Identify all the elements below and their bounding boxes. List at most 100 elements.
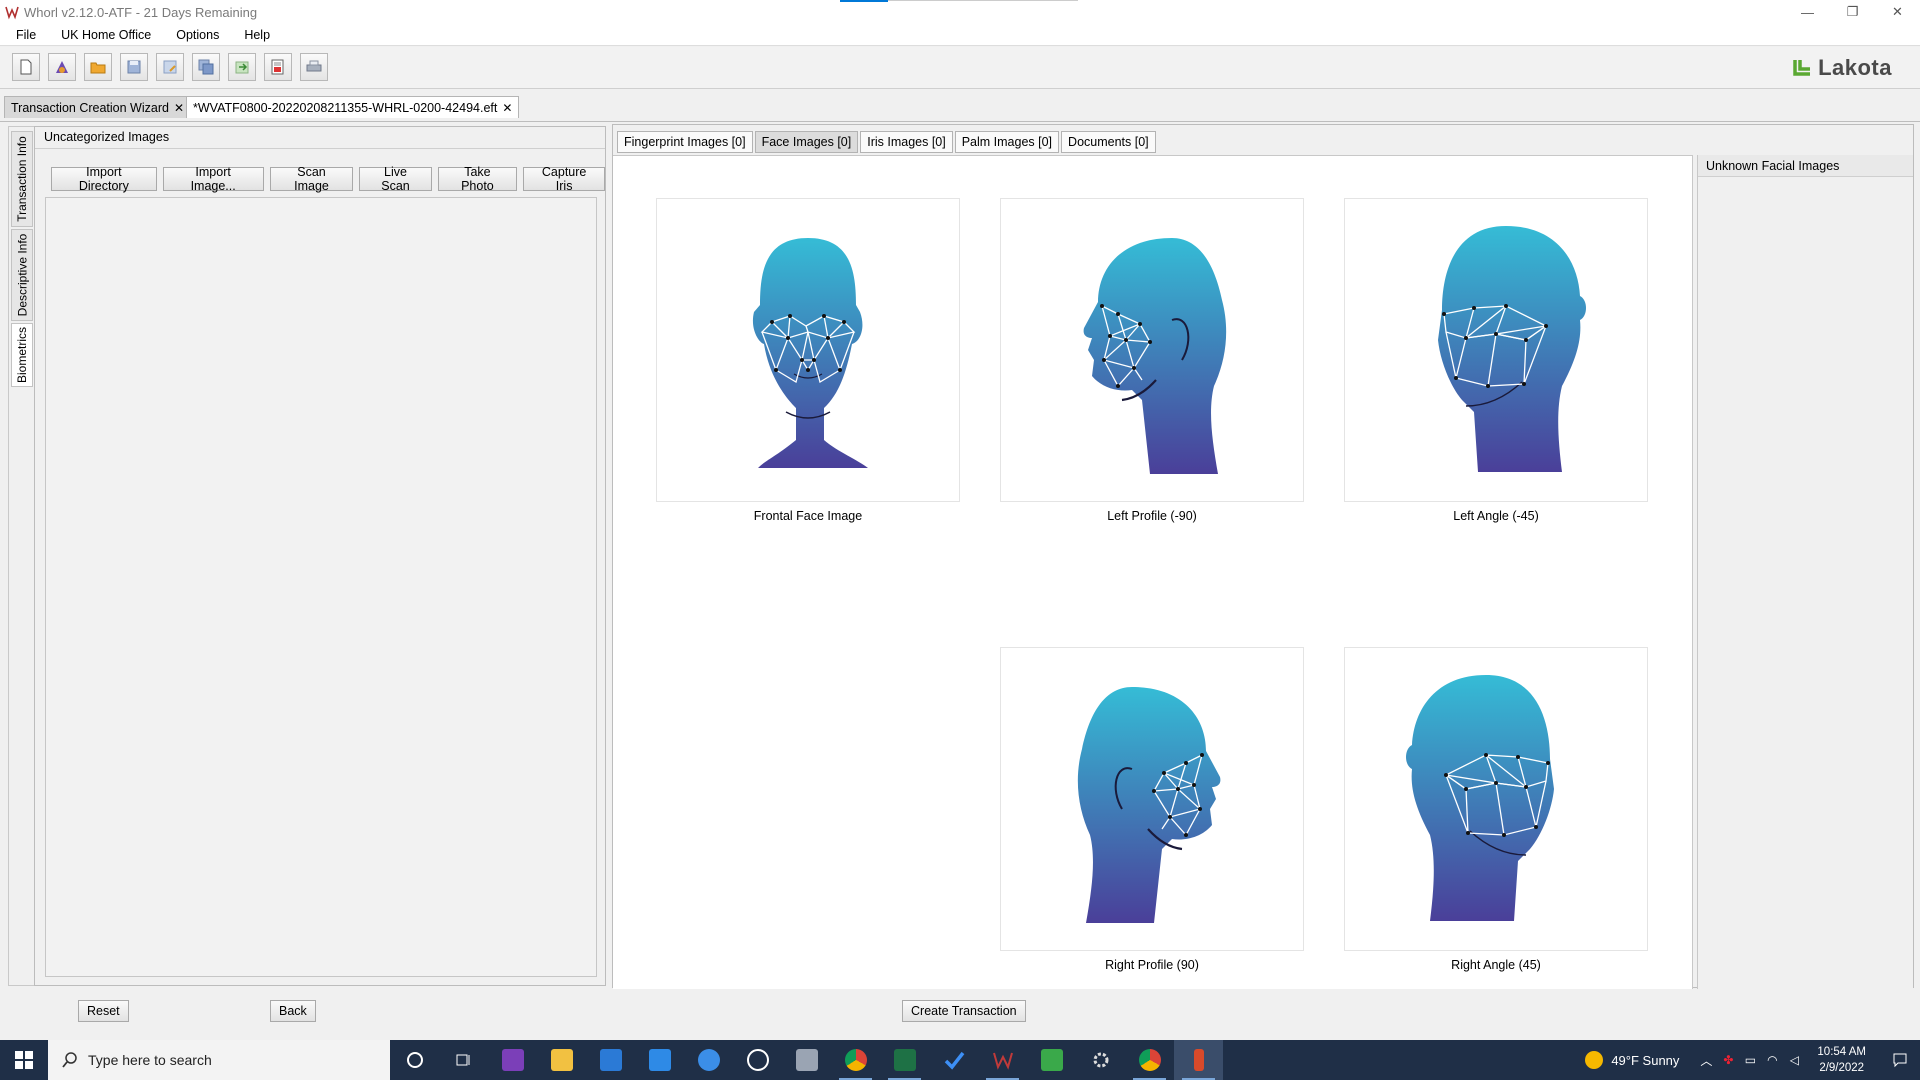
tab-iris-images[interactable]: Iris Images [0] [860, 131, 953, 153]
unknown-facial-images-panel[interactable]: Unknown Facial Images [1697, 155, 1913, 989]
window-title: Whorl v2.12.0-ATF - 21 Days Remaining [24, 4, 258, 20]
chrome-taskbar[interactable] [831, 1040, 880, 1080]
tab-transaction-info[interactable]: Transaction Info [11, 131, 33, 227]
task-view-button[interactable] [439, 1040, 488, 1080]
cortana-button[interactable] [390, 1040, 439, 1080]
notification-icon [1893, 1053, 1907, 1068]
save-all-icon [198, 59, 214, 75]
print-button[interactable] [300, 53, 328, 81]
lakota-logo-icon [1793, 60, 1811, 76]
todo-taskbar[interactable] [929, 1040, 978, 1080]
excel-taskbar[interactable] [880, 1040, 929, 1080]
tab-transaction-wizard[interactable]: Transaction Creation Wizard ✕ [4, 96, 191, 118]
folder-icon [90, 62, 106, 74]
app-green-taskbar[interactable] [1027, 1040, 1076, 1080]
clock-date: 2/9/2022 [1819, 1062, 1865, 1074]
edge-taskbar[interactable] [684, 1040, 733, 1080]
close-window-button[interactable]: ✕ [1875, 0, 1920, 24]
uncategorized-images-panel: Uncategorized Images Import Directory Im… [34, 126, 606, 986]
taskbar-search[interactable]: Type here to search [48, 1040, 390, 1080]
frontal-face-label: Frontal Face Image [753, 509, 863, 523]
menu-bar: File UK Home Office Options Help [0, 24, 1920, 46]
calculator-taskbar[interactable] [782, 1040, 831, 1080]
system-tray: 49°F Sunny ︿ ✤ ▭ ◠ ◁ 10:54 AM 2/9/2022 [1585, 1040, 1920, 1080]
java-icon [1193, 1049, 1204, 1071]
tab-label: Descriptive Info [15, 233, 30, 317]
chrome-profile-taskbar[interactable] [1125, 1040, 1174, 1080]
tab-face-images[interactable]: Face Images [0] [754, 131, 859, 153]
dell-taskbar[interactable] [733, 1040, 782, 1080]
right-angle-face-icon [1406, 675, 1554, 921]
scan-image-button[interactable]: Scan Image [269, 165, 354, 193]
frontal-face-slot[interactable] [657, 199, 959, 501]
tab-descriptive-info[interactable]: Descriptive Info [11, 229, 33, 321]
mail-taskbar[interactable] [635, 1040, 684, 1080]
live-scan-button[interactable]: Live Scan [359, 165, 432, 193]
menu-help[interactable]: Help [228, 28, 279, 42]
export-button[interactable] [228, 53, 256, 81]
java-taskbar[interactable] [1174, 1040, 1223, 1080]
left-angle-slot[interactable] [1345, 199, 1647, 501]
weather-widget[interactable]: 49°F Sunny [1585, 1051, 1679, 1069]
volume-icon[interactable]: ◁ [1783, 1040, 1805, 1080]
save-as-icon [163, 60, 177, 74]
import-directory-button[interactable]: Import Directory [51, 165, 157, 193]
right-profile-label: Right Profile (90) [1105, 958, 1199, 972]
whorl-taskbar[interactable] [978, 1040, 1027, 1080]
take-photo-button[interactable]: Take Photo [437, 165, 518, 193]
left-angle-face-icon [1438, 226, 1586, 472]
windows-taskbar: Type here to search 49°F Sunny ︿ ✤ ▭ ◠ ◁… [0, 1040, 1920, 1080]
wifi-icon[interactable]: ◠ [1761, 1040, 1783, 1080]
left-profile-slot[interactable] [1001, 199, 1303, 501]
file-explorer-taskbar[interactable] [537, 1040, 586, 1080]
new-file-button[interactable] [12, 53, 40, 81]
app-logo-icon [5, 6, 19, 20]
clock[interactable]: 10:54 AM 2/9/2022 [1817, 1044, 1866, 1076]
tab-label: Transaction Creation Wizard [11, 100, 169, 115]
close-tab-icon[interactable]: ✕ [174, 101, 184, 115]
save-button[interactable] [120, 53, 148, 81]
onenote-taskbar[interactable] [488, 1040, 537, 1080]
menu-file[interactable]: File [0, 28, 45, 42]
notifications-button[interactable] [1880, 1040, 1920, 1080]
battery-icon[interactable]: ▭ [1739, 1040, 1761, 1080]
tab-fingerprint-images[interactable]: Fingerprint Images [0] [617, 131, 753, 153]
right-angle-slot[interactable] [1345, 648, 1647, 950]
back-button[interactable]: Back [270, 1000, 316, 1022]
tab-biometrics[interactable]: Biometrics [11, 323, 33, 387]
search-placeholder: Type here to search [88, 1052, 212, 1068]
minimize-button[interactable]: — [1785, 0, 1830, 24]
compass-icon [697, 1049, 720, 1071]
create-transaction-button[interactable]: Create Transaction [902, 1000, 1026, 1022]
store-taskbar[interactable] [586, 1040, 635, 1080]
clock-time: 10:54 AM [1817, 1046, 1866, 1058]
cortana-icon [406, 1052, 423, 1068]
tab-eft-file[interactable]: *WVATF0800-20220208211355-WHRL-0200-4249… [186, 96, 520, 118]
open-folder-button[interactable] [84, 53, 112, 81]
save-all-button[interactable] [192, 53, 220, 81]
panel-title: Uncategorized Images [44, 130, 170, 144]
capture-iris-button[interactable]: Capture Iris [523, 165, 605, 193]
left-profile-face-icon [1083, 238, 1227, 474]
start-button[interactable] [0, 1040, 48, 1080]
task-view-icon [456, 1054, 469, 1066]
menu-uk-home-office[interactable]: UK Home Office [45, 28, 160, 42]
lakota-brand: Lakota [1792, 55, 1892, 81]
mail-icon [648, 1049, 671, 1071]
close-tab-icon[interactable]: ✕ [502, 101, 512, 115]
dropbox-icon[interactable]: ✤ [1717, 1040, 1739, 1080]
save-as-button[interactable] [156, 53, 184, 81]
wizard-button[interactable] [48, 53, 76, 81]
uncategorized-images-dropzone[interactable] [45, 197, 597, 977]
report-button[interactable] [264, 53, 292, 81]
import-image-button[interactable]: Import Image... [162, 165, 264, 193]
reset-button[interactable]: Reset [78, 1000, 129, 1022]
tab-palm-images[interactable]: Palm Images [0] [954, 131, 1060, 153]
settings-taskbar[interactable] [1076, 1040, 1125, 1080]
wizard-footer: Reset Back Create Transaction [0, 1000, 1920, 1026]
show-hidden-icons-button[interactable]: ︿ [1695, 1040, 1717, 1080]
restore-button[interactable]: ❐ [1830, 0, 1875, 24]
right-profile-slot[interactable] [1001, 648, 1303, 950]
tab-documents[interactable]: Documents [0] [1061, 131, 1156, 153]
menu-options[interactable]: Options [160, 28, 228, 42]
